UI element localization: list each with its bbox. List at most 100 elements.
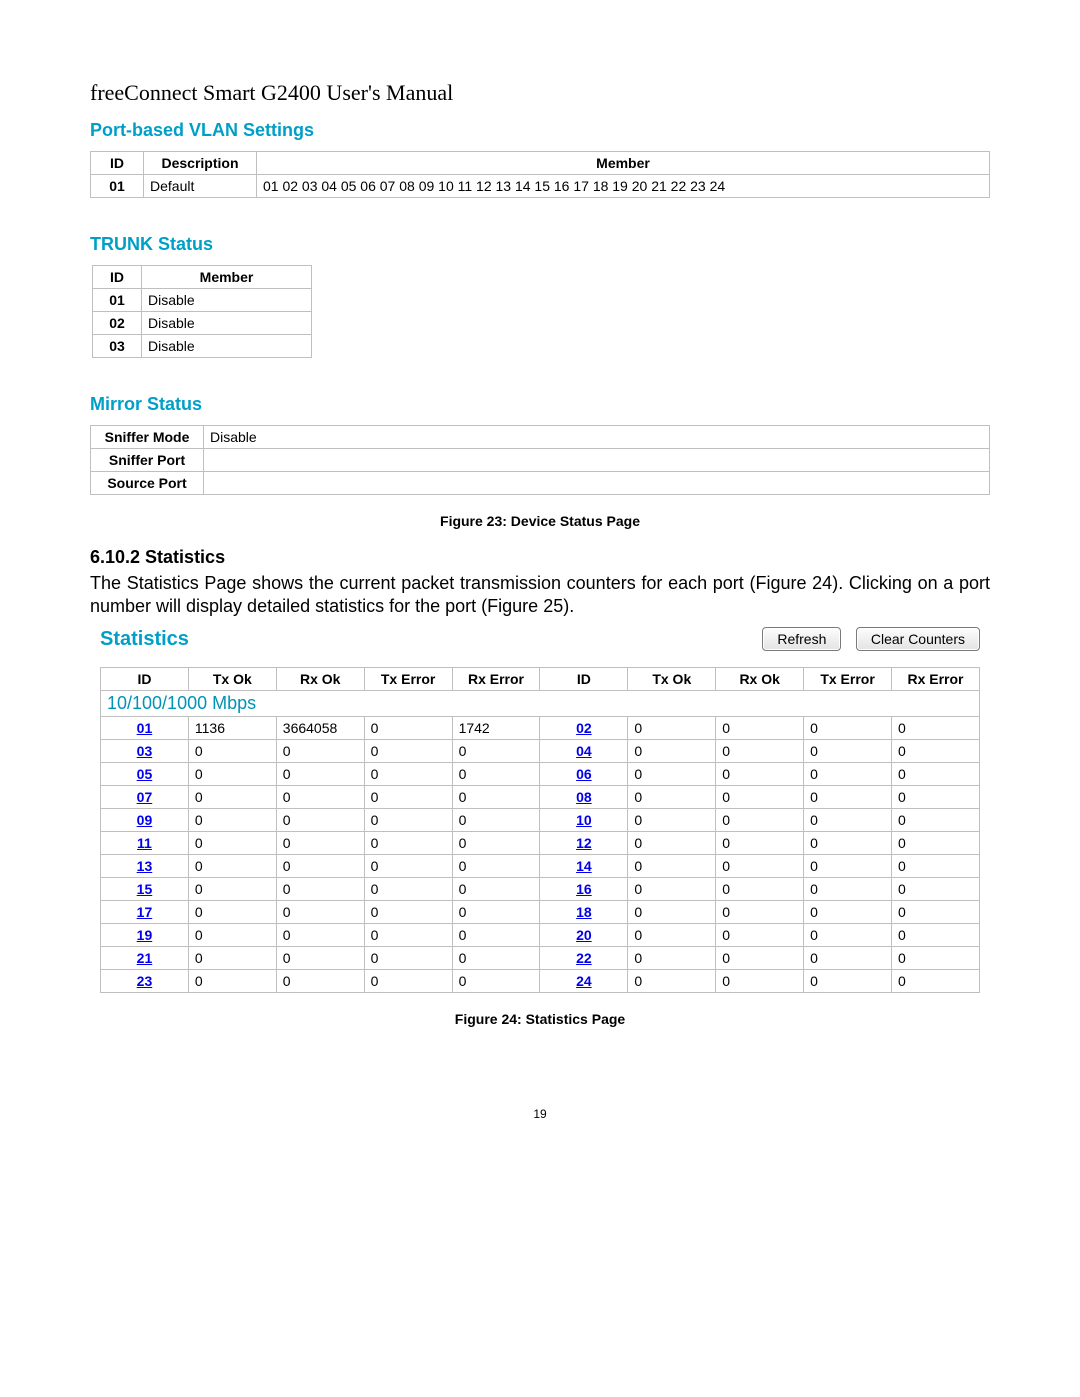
trunk-heading: TRUNK Status: [90, 234, 990, 255]
vlan-table: ID Description Member 01 Default 01 02 0…: [90, 151, 990, 198]
page-number: 19: [90, 1107, 990, 1121]
stats-cell: 0: [892, 855, 980, 878]
stats-cell: 0: [804, 924, 892, 947]
stats-cell: 0: [364, 763, 452, 786]
trunk-row: 02Disable: [93, 312, 312, 335]
mirror-row: Sniffer Port: [91, 449, 990, 472]
stats-row: 210000220000: [101, 947, 980, 970]
stats-row: 110000120000: [101, 832, 980, 855]
stats-cell: 0: [628, 901, 716, 924]
stats-cell: 0: [628, 970, 716, 993]
trunk-row-id: 03: [93, 335, 142, 358]
port-link[interactable]: 05: [101, 763, 189, 786]
stats-row: 230000240000: [101, 970, 980, 993]
stats-cell: 0: [452, 878, 540, 901]
stats-cell: 0: [716, 717, 804, 740]
port-link[interactable]: 14: [540, 855, 628, 878]
stats-row: 170000180000: [101, 901, 980, 924]
stats-cell: 0: [804, 717, 892, 740]
stats-cell: 0: [364, 740, 452, 763]
mirror-row-label: Sniffer Mode: [91, 426, 204, 449]
port-link[interactable]: 11: [101, 832, 189, 855]
port-link[interactable]: 02: [540, 717, 628, 740]
port-link[interactable]: 18: [540, 901, 628, 924]
stats-col: Rx Ok: [276, 668, 364, 691]
port-link[interactable]: 16: [540, 878, 628, 901]
stats-cell: 1136: [188, 717, 276, 740]
stats-cell: 0: [628, 717, 716, 740]
refresh-button[interactable]: Refresh: [762, 627, 841, 651]
stats-cell: 0: [716, 947, 804, 970]
stats-cell: 0: [628, 924, 716, 947]
stats-cell: 0: [188, 832, 276, 855]
stats-col: Rx Error: [892, 668, 980, 691]
stats-row: 030000040000: [101, 740, 980, 763]
vlan-heading: Port-based VLAN Settings: [90, 120, 990, 141]
port-link[interactable]: 01: [101, 717, 189, 740]
port-link[interactable]: 24: [540, 970, 628, 993]
port-link[interactable]: 15: [101, 878, 189, 901]
stats-cell: 0: [276, 855, 364, 878]
trunk-col-id: ID: [93, 266, 142, 289]
stats-cell: 0: [276, 832, 364, 855]
port-link[interactable]: 21: [101, 947, 189, 970]
port-link[interactable]: 12: [540, 832, 628, 855]
stats-cell: 0: [892, 924, 980, 947]
port-link[interactable]: 06: [540, 763, 628, 786]
stats-cell: 0: [188, 878, 276, 901]
stats-cell: 0: [628, 809, 716, 832]
stats-cell: 1742: [452, 717, 540, 740]
port-link[interactable]: 04: [540, 740, 628, 763]
stats-row: 150000160000: [101, 878, 980, 901]
trunk-row-id: 01: [93, 289, 142, 312]
stats-cell: 0: [892, 809, 980, 832]
stats-cell: 0: [892, 901, 980, 924]
stats-col: Rx Error: [452, 668, 540, 691]
stats-cell: 0: [804, 855, 892, 878]
stats-cell: 0: [364, 901, 452, 924]
stats-cell: 0: [452, 740, 540, 763]
figure-23-caption: Figure 23: Device Status Page: [90, 513, 990, 529]
port-link[interactable]: 20: [540, 924, 628, 947]
port-link[interactable]: 08: [540, 786, 628, 809]
trunk-row: 03Disable: [93, 335, 312, 358]
stats-cell: 0: [804, 763, 892, 786]
stats-cell: 0: [188, 970, 276, 993]
stats-cell: 0: [188, 947, 276, 970]
stats-cell: 0: [276, 970, 364, 993]
stats-header-row: ID Tx Ok Rx Ok Tx Error Rx Error ID Tx O…: [101, 668, 980, 691]
port-link[interactable]: 07: [101, 786, 189, 809]
stats-cell: 0: [188, 855, 276, 878]
trunk-row: 01Disable: [93, 289, 312, 312]
stats-cell: 0: [628, 832, 716, 855]
port-link[interactable]: 17: [101, 901, 189, 924]
port-link[interactable]: 03: [101, 740, 189, 763]
stats-col: Tx Ok: [188, 668, 276, 691]
port-link[interactable]: 19: [101, 924, 189, 947]
stats-cell: 0: [452, 832, 540, 855]
stats-cell: 0: [892, 763, 980, 786]
stats-cell: 0: [452, 809, 540, 832]
stats-col: ID: [101, 668, 189, 691]
stats-cell: 0: [804, 947, 892, 970]
stats-cell: 0: [804, 901, 892, 924]
port-link[interactable]: 09: [101, 809, 189, 832]
port-link[interactable]: 22: [540, 947, 628, 970]
clear-counters-button[interactable]: Clear Counters: [856, 627, 980, 651]
speed-row: 10/100/1000 Mbps: [101, 691, 980, 717]
stats-cell: 0: [188, 740, 276, 763]
port-link[interactable]: 23: [101, 970, 189, 993]
stats-cell: 0: [364, 786, 452, 809]
vlan-col-id: ID: [91, 152, 144, 175]
stats-col: Rx Ok: [716, 668, 804, 691]
stats-cell: 0: [716, 763, 804, 786]
mirror-row-value: [204, 472, 990, 495]
port-link[interactable]: 13: [101, 855, 189, 878]
stats-cell: 0: [892, 786, 980, 809]
vlan-col-member: Member: [257, 152, 990, 175]
port-link[interactable]: 10: [540, 809, 628, 832]
stats-cell: 0: [716, 901, 804, 924]
stats-cell: 0: [364, 970, 452, 993]
stats-cell: 0: [628, 947, 716, 970]
stats-row: 011136366405801742020000: [101, 717, 980, 740]
